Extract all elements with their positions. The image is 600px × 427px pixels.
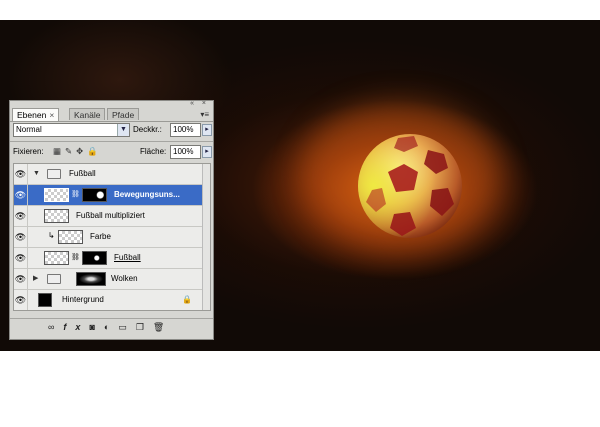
layer-name: Bewegungsuns... xyxy=(114,190,180,199)
layer-hintergrund[interactable]: 👁 Hintergrund 🔒 xyxy=(14,290,202,310)
layers-list: 👁 ▼ Fußball 👁 ⛓ Bewegungsuns... 👁 Fußbal… xyxy=(13,163,211,311)
eye-icon[interactable]: 👁 xyxy=(14,185,28,205)
layer-fussball-multipliziert[interactable]: 👁 Fußball multipliziert xyxy=(14,206,202,227)
layer-name: Wolken xyxy=(111,274,138,283)
blend-row: Normal ▼ Deckkr.: 100% ▸ xyxy=(13,123,212,137)
eye-icon[interactable]: 👁 xyxy=(14,227,28,247)
opacity-label: Deckkr.: xyxy=(133,125,162,134)
panel-header-icons[interactable]: « × xyxy=(190,100,209,107)
panel-menu-icon[interactable]: ▾≡ xyxy=(200,110,209,119)
eye-icon[interactable]: 👁 xyxy=(14,269,28,289)
eye-icon[interactable]: 👁 xyxy=(14,164,28,184)
fix-label: Fixieren: xyxy=(13,147,44,156)
layer-thumbnail xyxy=(38,293,52,307)
opacity-slider-button[interactable]: ▸ xyxy=(202,124,212,136)
fill-label: Fläche: xyxy=(140,147,167,156)
blend-mode-value: Normal xyxy=(16,125,42,134)
tab-ebenen-label: Ebenen xyxy=(17,110,47,120)
layer-mask-thumbnail xyxy=(82,251,107,265)
blend-mode-select[interactable]: Normal ▼ xyxy=(13,123,130,137)
tab-kanaele[interactable]: Kanäle xyxy=(69,108,106,120)
folder-icon xyxy=(47,274,61,284)
trash-icon[interactable]: 🗑 xyxy=(153,322,173,332)
lock-row: Fixieren: ▦✎✥🔒 Fläche: 100% ▸ xyxy=(13,145,212,159)
layer-thumbnail xyxy=(58,230,83,244)
tab-close-icon[interactable]: × xyxy=(49,110,54,120)
fill-slider-button[interactable]: ▸ xyxy=(202,146,212,158)
expand-triangle-icon[interactable]: ▼ xyxy=(33,164,40,184)
tab-ebenen[interactable]: Ebenen × xyxy=(12,108,60,121)
layer-fussball[interactable]: 👁 ⛓ Fußball xyxy=(14,248,202,269)
eye-icon[interactable]: 👁 xyxy=(14,290,28,310)
fx-icon[interactable]: fx xyxy=(63,322,89,332)
panel-bottom-toolbar: ∞fx◙◐▭❐🗑 xyxy=(10,318,213,339)
layer-group-fussball[interactable]: 👁 ▼ Fußball xyxy=(14,164,202,185)
layer-name: Fußball multipliziert xyxy=(76,211,145,220)
divider xyxy=(10,141,213,142)
layer-group-wolken[interactable]: 👁 ▶ Wolken xyxy=(14,269,202,290)
layer-thumbnail xyxy=(44,251,69,265)
panel-tabs: Ebenen × Kanäle Pfade ▾≡ xyxy=(10,108,213,122)
tab-pfade-label: Pfade xyxy=(112,110,135,120)
soccer-ball xyxy=(358,134,462,238)
mask-icon[interactable]: ◙ xyxy=(89,322,103,332)
layer-thumbnail xyxy=(44,188,69,202)
layers-scrollbar[interactable] xyxy=(202,164,210,310)
panel-titlebar[interactable]: « × xyxy=(10,100,213,108)
layers-panel: « × Ebenen × Kanäle Pfade ▾≡ Normal ▼ Dec… xyxy=(9,100,214,340)
layer-name: Fußball xyxy=(69,169,96,178)
collapse-triangle-icon[interactable]: ▶ xyxy=(33,269,38,289)
lock-icon: 🔒 xyxy=(182,295,192,304)
chain-link-icon[interactable]: ⛓ xyxy=(71,253,80,261)
layer-mask-thumbnail xyxy=(82,188,107,202)
layer-name: Hintergrund xyxy=(62,295,104,304)
layer-farbe[interactable]: 👁 ↳ Farbe xyxy=(14,227,202,248)
clipping-arrow-icon: ↳ xyxy=(48,231,55,240)
layer-bewegungsunschaerfe[interactable]: 👁 ⛓ Bewegungsuns... xyxy=(14,185,202,206)
layer-thumbnail xyxy=(76,272,106,286)
fill-input[interactable]: 100% xyxy=(170,145,201,159)
layer-name: Fußball xyxy=(114,253,141,262)
chain-link-icon[interactable]: ⛓ xyxy=(71,190,80,198)
lock-options-icons[interactable]: ▦✎✥🔒 xyxy=(53,146,102,157)
layer-name: Farbe xyxy=(90,232,111,241)
eye-icon[interactable]: 👁 xyxy=(14,248,28,268)
tab-kanaele-label: Kanäle xyxy=(74,110,101,120)
bottom-icons: ∞fx◙◐▭❐🗑 xyxy=(48,322,173,333)
eye-icon[interactable]: 👁 xyxy=(14,206,28,226)
folder-icon[interactable]: ▭ xyxy=(118,322,136,332)
tab-pfade[interactable]: Pfade xyxy=(107,108,140,120)
link-icon[interactable]: ∞ xyxy=(48,322,63,332)
layer-thumbnail xyxy=(44,209,69,223)
adjustment-icon[interactable]: ◐ xyxy=(104,322,118,332)
folder-icon xyxy=(47,169,61,179)
new-layer-icon[interactable]: ❐ xyxy=(136,322,153,332)
opacity-input[interactable]: 100% xyxy=(170,123,201,137)
chevron-down-icon[interactable]: ▼ xyxy=(117,124,129,136)
